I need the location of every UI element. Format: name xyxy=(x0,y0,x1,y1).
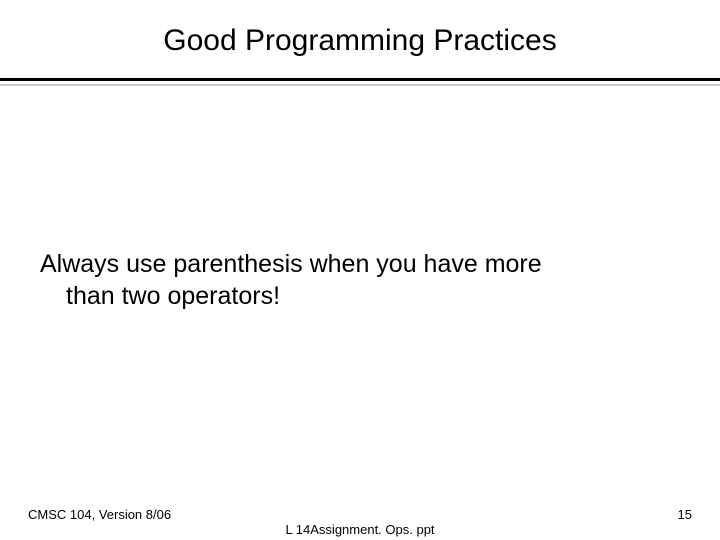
footer-page-number: 15 xyxy=(678,507,692,522)
slide: Good Programming Practices Always use pa… xyxy=(0,0,720,540)
divider-dark xyxy=(0,78,720,81)
footer-filename: L 14Assignment. Ops. ppt xyxy=(0,522,720,537)
body-line-2: than two operators! xyxy=(40,280,680,312)
divider-light xyxy=(0,84,720,86)
body-line-1: Always use parenthesis when you have mor… xyxy=(40,250,542,278)
footer-course: CMSC 104, Version 8/06 xyxy=(28,507,171,522)
slide-title: Good Programming Practices xyxy=(0,24,720,58)
body-text: Always use parenthesis when you have mor… xyxy=(40,248,680,312)
